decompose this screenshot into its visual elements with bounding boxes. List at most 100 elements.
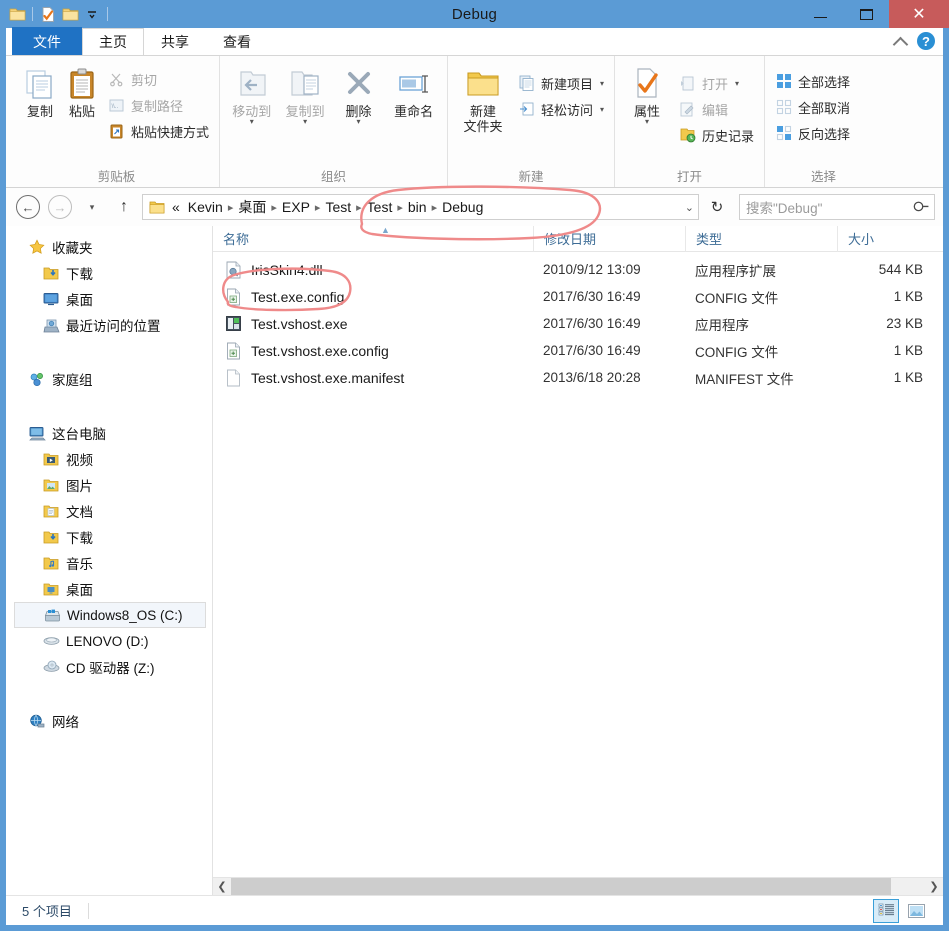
- new-folder-button[interactable]: 新建 文件夹: [454, 64, 512, 134]
- move-to-button[interactable]: 移动到 ▾: [226, 64, 277, 126]
- sidebar-item-lenovo-d[interactable]: LENOVO (D:): [6, 628, 212, 654]
- scrollbar-track[interactable]: [231, 877, 925, 895]
- help-icon[interactable]: ?: [917, 32, 935, 50]
- chevron-down-icon[interactable]: [81, 3, 103, 25]
- breadcrumb-item-bin[interactable]: bin: [404, 199, 431, 215]
- tab-home[interactable]: 主页: [82, 28, 144, 55]
- nav-section-homegroup[interactable]: 家庭组: [6, 366, 212, 392]
- sidebar-item-desktop-pc[interactable]: 桌面: [6, 576, 212, 602]
- maximize-button[interactable]: [843, 0, 889, 28]
- properties-button[interactable]: 属性 ▾: [621, 64, 673, 126]
- history-button[interactable]: 历史记录: [675, 122, 758, 148]
- title-bar: Debug ✕: [0, 0, 949, 28]
- column-header-name[interactable]: 名称 ▲: [213, 226, 533, 252]
- breadcrumb-item-exp[interactable]: EXP: [278, 199, 314, 215]
- chevron-down-icon[interactable]: ▾: [645, 118, 649, 126]
- forward-button[interactable]: →: [46, 193, 74, 221]
- chevron-down-icon[interactable]: ▾: [303, 118, 307, 126]
- sidebar-item-recent-places[interactable]: 最近访问的位置: [6, 312, 212, 338]
- select-all-button[interactable]: 全部选择: [771, 68, 854, 94]
- invert-selection-button[interactable]: 反向选择: [771, 120, 854, 146]
- breadcrumb-separator[interactable]: ▸: [355, 201, 363, 214]
- nav-section-favorites[interactable]: 收藏夹: [6, 234, 212, 260]
- breadcrumb-item-test2[interactable]: Test: [363, 199, 397, 215]
- refresh-button[interactable]: ↻: [703, 193, 731, 221]
- sidebar-item-desktop[interactable]: 桌面: [6, 286, 212, 312]
- column-header-size[interactable]: 大小: [837, 226, 943, 252]
- tab-view[interactable]: 查看: [206, 28, 268, 55]
- breadcrumb-item-debug[interactable]: Debug: [438, 199, 487, 215]
- chevron-down-icon[interactable]: ▾: [600, 105, 604, 114]
- sidebar-item-videos[interactable]: 视频: [6, 446, 212, 472]
- paste-shortcut-button[interactable]: 粘贴快捷方式: [104, 118, 213, 144]
- table-row[interactable]: Test.vshost.exe.manifest 2013/6/18 20:28…: [213, 364, 943, 391]
- file-name-cell[interactable]: Test.exe.config: [213, 288, 533, 306]
- easy-access-button[interactable]: 轻松访问 ▾: [514, 96, 608, 122]
- breadcrumb-separator[interactable]: ▸: [227, 201, 235, 214]
- edit-button[interactable]: 编辑: [675, 96, 758, 122]
- chevron-up-icon[interactable]: [894, 35, 907, 48]
- breadcrumb-separator[interactable]: ▸: [314, 201, 322, 214]
- search-input[interactable]: 搜索"Debug": [739, 194, 935, 220]
- details-view-button[interactable]: [873, 898, 899, 923]
- table-row[interactable]: Test.vshost.exe.config 2017/6/30 16:49 C…: [213, 337, 943, 364]
- breadcrumb-item-kevin[interactable]: Kevin: [184, 199, 227, 215]
- cut-button[interactable]: 剪切: [104, 66, 213, 92]
- chevron-down-icon[interactable]: ▾: [250, 118, 254, 126]
- close-button[interactable]: ✕: [889, 0, 949, 28]
- file-name-cell[interactable]: Test.vshost.exe.config: [213, 342, 533, 360]
- tab-file[interactable]: 文件: [12, 27, 82, 55]
- chevron-down-icon[interactable]: ⌄: [685, 201, 694, 214]
- nav-section-this-pc[interactable]: 这台电脑: [6, 420, 212, 446]
- table-row[interactable]: Test.vshost.exe 2017/6/30 16:49 应用程序 23 …: [213, 310, 943, 337]
- large-icons-view-button[interactable]: [903, 899, 929, 923]
- table-row[interactable]: Test.exe.config 2017/6/30 16:49 CONFIG 文…: [213, 283, 943, 310]
- delete-button[interactable]: 删除 ▾: [333, 64, 384, 126]
- scroll-left-button[interactable]: ❮: [213, 877, 231, 895]
- tab-share[interactable]: 共享: [144, 28, 206, 55]
- open-button[interactable]: 打开 ▾: [675, 70, 758, 96]
- new-folder-icon[interactable]: [59, 3, 81, 25]
- breadcrumb-item-desktop[interactable]: 桌面: [234, 197, 270, 217]
- copy-button[interactable]: 复制: [20, 64, 60, 119]
- file-name-cell[interactable]: Test.vshost.exe.manifest: [213, 369, 533, 387]
- back-button[interactable]: ←: [14, 193, 42, 221]
- breadcrumb-separator[interactable]: ▸: [431, 201, 439, 214]
- folder-icon[interactable]: [6, 3, 28, 25]
- sidebar-item-music[interactable]: 音乐: [6, 550, 212, 576]
- up-button[interactable]: ↑: [110, 193, 138, 221]
- select-none-button[interactable]: 全部取消: [771, 94, 854, 120]
- horizontal-scrollbar[interactable]: ❮ ❯: [213, 877, 943, 895]
- rename-button[interactable]: 重命名: [386, 64, 441, 119]
- breadcrumb-item-test1[interactable]: Test: [321, 199, 355, 215]
- sidebar-item-cd-drive-z[interactable]: CD 驱动器 (Z:): [6, 654, 212, 680]
- properties-icon[interactable]: [37, 3, 59, 25]
- minimize-button[interactable]: [797, 0, 843, 28]
- new-item-button[interactable]: 新建项目 ▾: [514, 70, 608, 96]
- copy-to-button[interactable]: 复制到 ▾: [279, 64, 330, 126]
- recent-locations-button[interactable]: ▾: [78, 193, 106, 221]
- scroll-right-button[interactable]: ❯: [925, 877, 943, 895]
- breadcrumb[interactable]: « Kevin ▸ 桌面 ▸ EXP ▸ Test ▸ Test ▸ bin ▸…: [142, 194, 699, 220]
- scrollbar-thumb[interactable]: [231, 877, 891, 895]
- copy-path-button[interactable]: \\.. 复制路径: [104, 92, 213, 118]
- sidebar-item-pictures[interactable]: 图片: [6, 472, 212, 498]
- sidebar-item-windows8-os[interactable]: Windows8_OS (C:): [14, 602, 206, 628]
- breadcrumb-overflow[interactable]: «: [168, 199, 184, 215]
- sidebar-item-downloads[interactable]: 下载: [6, 260, 212, 286]
- chevron-down-icon[interactable]: ▾: [600, 79, 604, 88]
- column-header-type[interactable]: 类型: [685, 226, 837, 252]
- file-name-cell[interactable]: IrisSkin4.dll: [213, 261, 533, 279]
- chevron-down-icon[interactable]: ▾: [357, 118, 361, 126]
- breadcrumb-separator[interactable]: ▸: [270, 201, 278, 214]
- paste-button[interactable]: 粘贴: [62, 64, 102, 119]
- breadcrumb-separator[interactable]: ▸: [396, 201, 404, 214]
- sidebar-item-downloads-pc[interactable]: 下载: [6, 524, 212, 550]
- file-name-cell[interactable]: Test.vshost.exe: [213, 315, 533, 333]
- ribbon-group-select: 全部选择 全部取消 反向选择 选择: [764, 56, 882, 187]
- nav-section-network[interactable]: 网络: [6, 708, 212, 734]
- column-header-date[interactable]: 修改日期: [533, 226, 685, 252]
- sidebar-item-documents[interactable]: 文档: [6, 498, 212, 524]
- table-row[interactable]: IrisSkin4.dll 2010/9/12 13:09 应用程序扩展 544…: [213, 256, 943, 283]
- chevron-down-icon[interactable]: ▾: [735, 79, 739, 88]
